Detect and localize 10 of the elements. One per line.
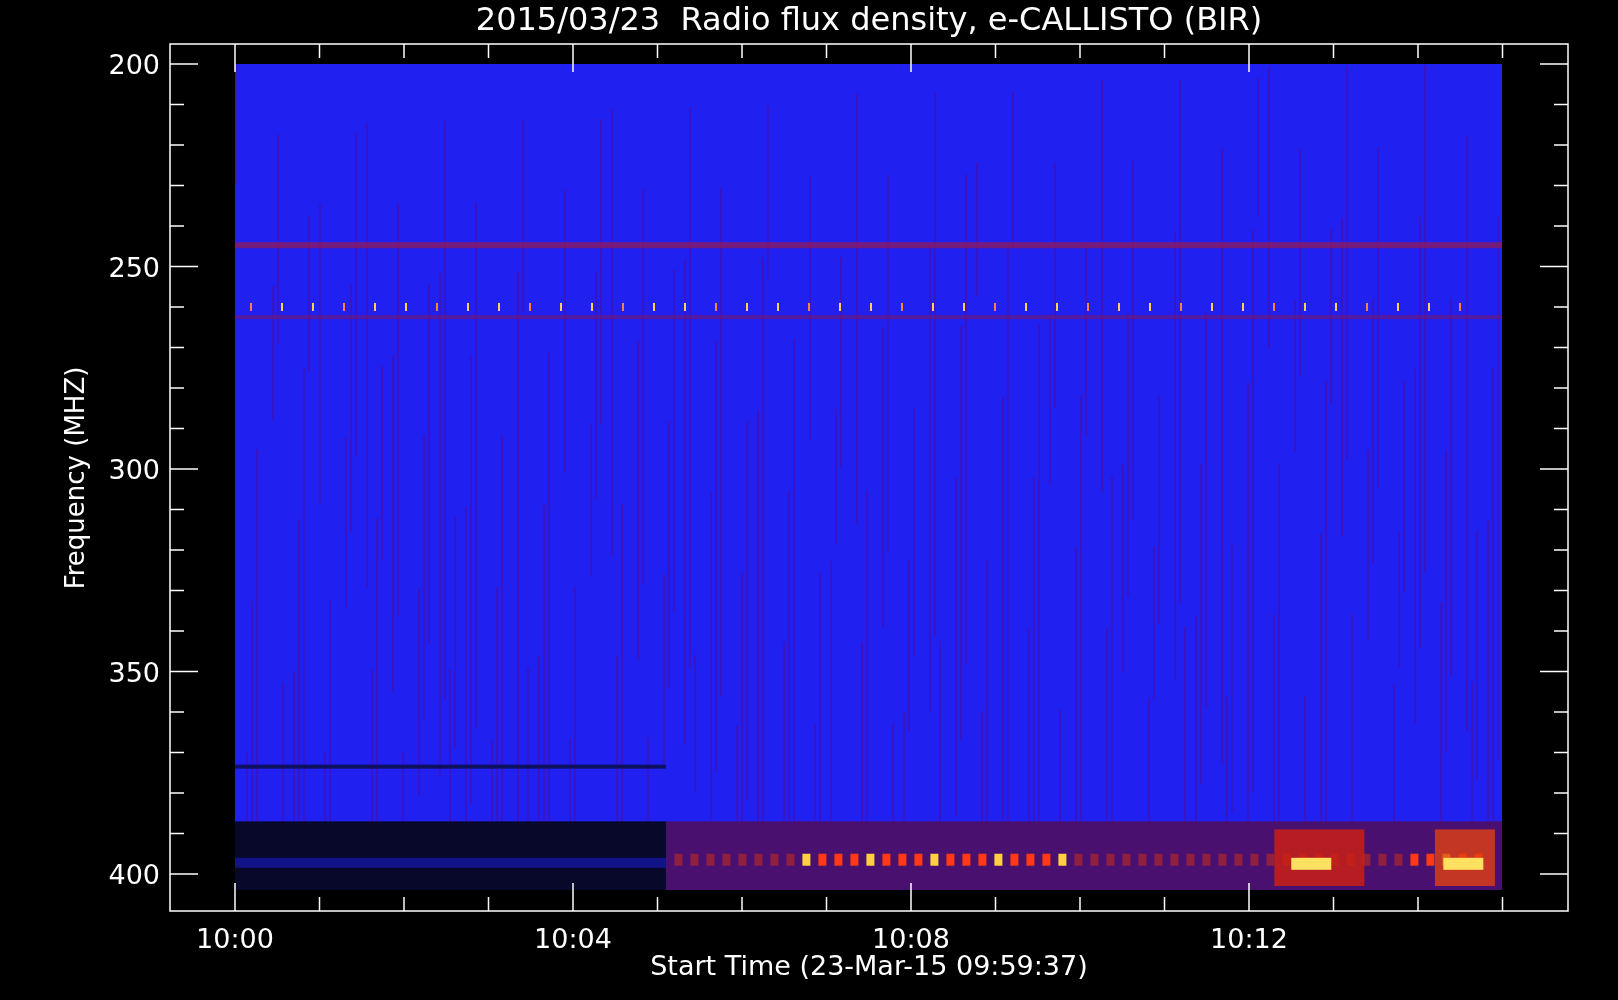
chart-title: 2015/03/23 Radio flux density, e-CALLISTO (BIR) — [475, 0, 1263, 38]
y-tick-label: 250 — [108, 251, 160, 283]
y-axis-label: Frequency (MHZ) — [60, 366, 90, 590]
x-tick-label: 10:04 — [534, 923, 612, 954]
y-tick-label: 200 — [108, 49, 160, 80]
y-tick-label: 350 — [108, 656, 160, 688]
x-tick-label: 10:00 — [196, 923, 274, 954]
y-tick-label: 400 — [108, 859, 160, 890]
x-tick-label: 10:12 — [1210, 923, 1288, 954]
y-tick-label: 300 — [108, 454, 160, 485]
